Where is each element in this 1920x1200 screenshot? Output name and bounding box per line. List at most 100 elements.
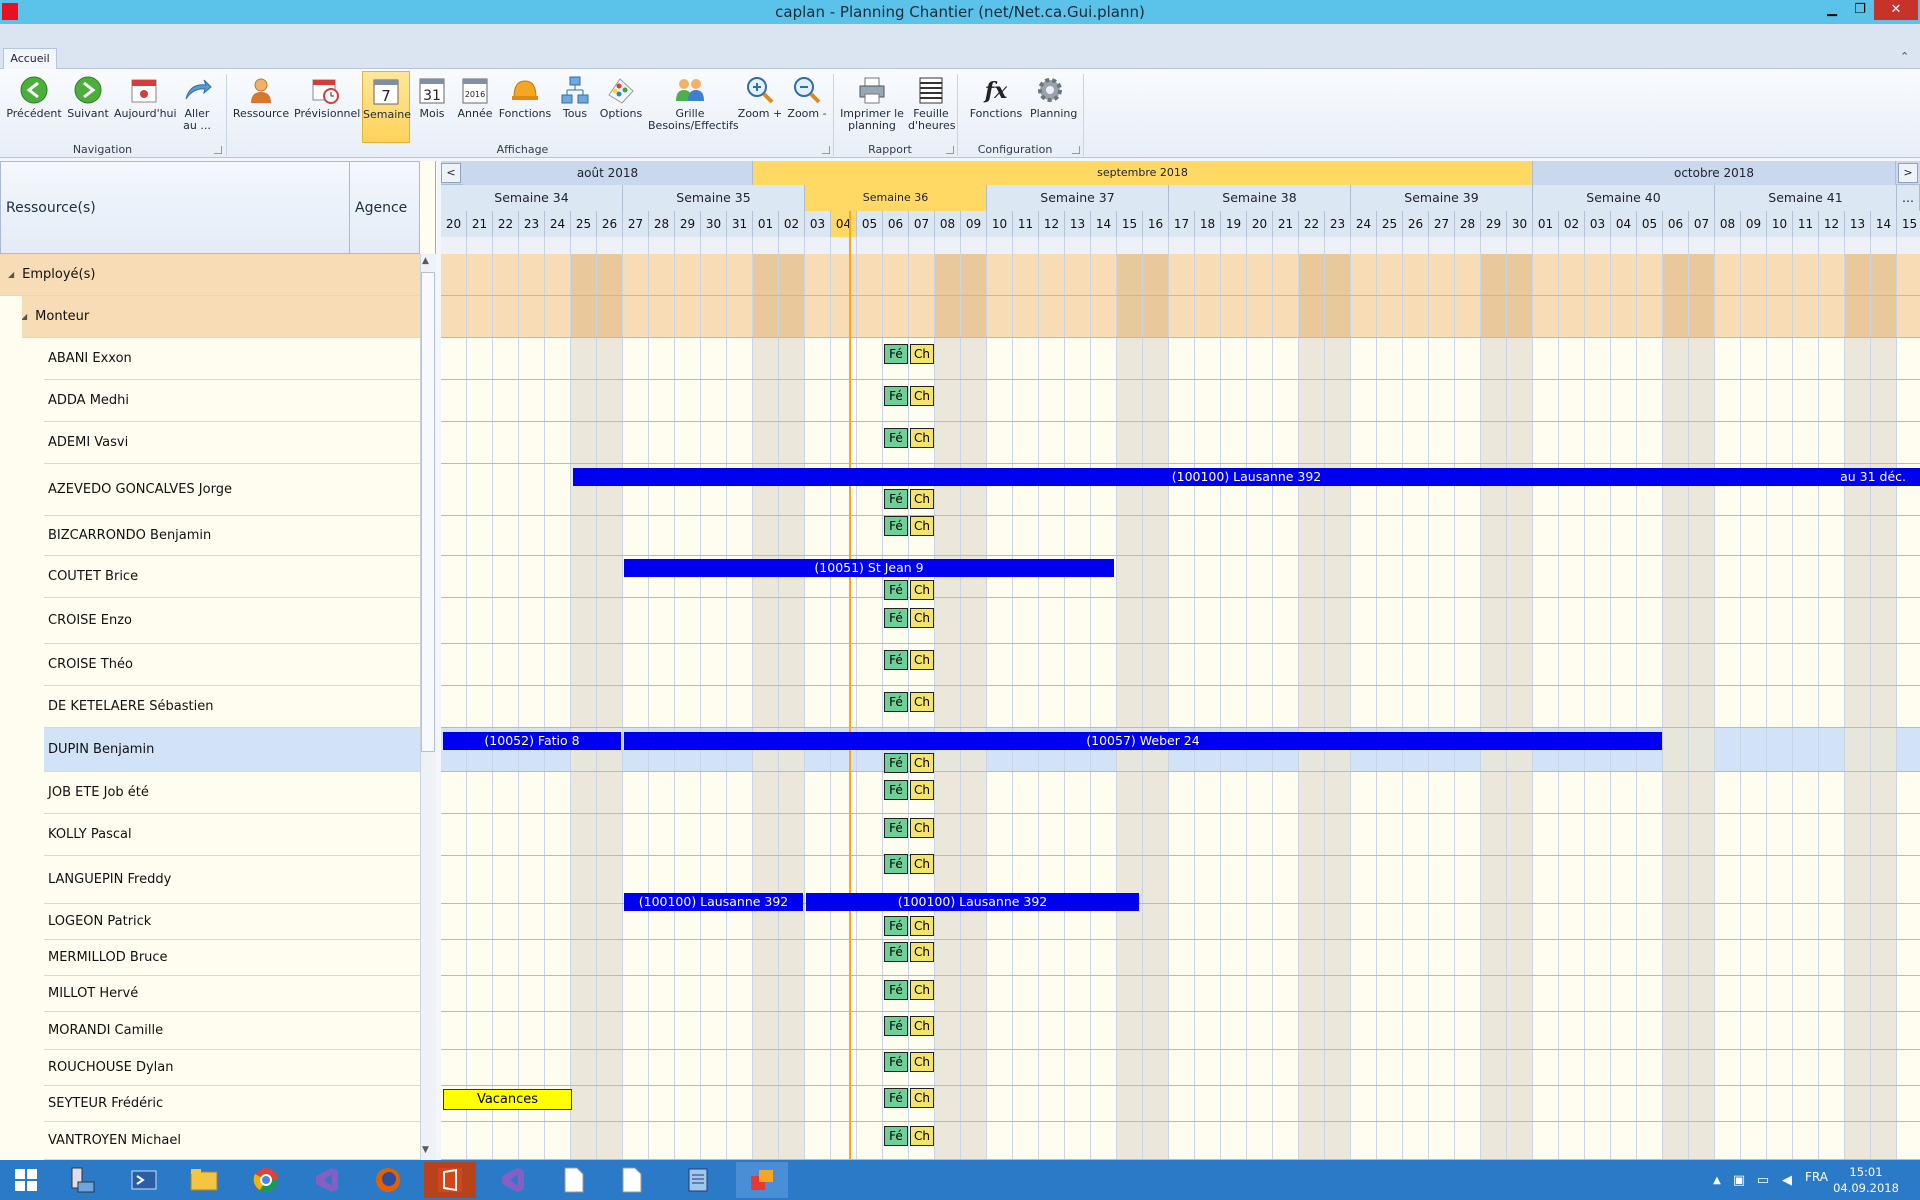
day-header[interactable]: 15 (1117, 211, 1143, 237)
ribbon-button-ann-e[interactable]: 2016 Année (453, 71, 497, 143)
day-header[interactable]: 31 (727, 211, 753, 237)
day-header[interactable]: 21 (467, 211, 493, 237)
employee-row[interactable]: KOLLY Pascal (0, 814, 420, 856)
dialog-launcher-icon[interactable] (214, 146, 222, 154)
day-header[interactable]: 24 (545, 211, 571, 237)
chip-chomage[interactable]: Ch (910, 1016, 934, 1036)
network-icon[interactable]: ▣ (1728, 1162, 1750, 1198)
powershell-icon[interactable] (118, 1162, 170, 1198)
chip-ferie[interactable]: Fé (884, 516, 908, 536)
resource-scrollbar-thumb[interactable] (421, 272, 435, 752)
chip-chomage[interactable]: Ch (910, 780, 934, 800)
day-header[interactable]: 20 (441, 211, 467, 237)
ribbon-collapse-icon[interactable]: ⌃ (1900, 50, 1909, 63)
day-header[interactable]: 23 (1325, 211, 1351, 237)
chip-chomage[interactable]: Ch (910, 608, 934, 628)
scroll-up-icon[interactable]: ▲ (422, 256, 429, 266)
ribbon-button-aujourd-hui[interactable]: Aujourd'hui (114, 71, 177, 143)
group-row-employes[interactable]: ◢ Employé(s) (0, 254, 420, 296)
day-header[interactable]: 23 (519, 211, 545, 237)
employee-row[interactable]: DUPIN Benjamin (0, 728, 420, 772)
employee-row[interactable]: CROISE Enzo (0, 598, 420, 644)
day-header[interactable]: 08 (935, 211, 961, 237)
chip-chomage[interactable]: Ch (910, 428, 934, 448)
chip-chomage[interactable]: Ch (910, 692, 934, 712)
task-bar[interactable]: (10051) St Jean 9 (624, 559, 1114, 577)
ribbon-button-mois[interactable]: 31 Mois (414, 71, 450, 143)
dialog-launcher-icon[interactable] (946, 146, 954, 154)
day-header[interactable]: 29 (1481, 211, 1507, 237)
collapse-toggle-icon[interactable]: ◢ (8, 270, 14, 279)
employee-row[interactable]: BIZCARRONDO Benjamin (0, 516, 420, 556)
day-header[interactable]: 02 (1559, 211, 1585, 237)
day-header[interactable]: 27 (623, 211, 649, 237)
day-header[interactable]: 20 (1247, 211, 1273, 237)
day-header[interactable]: 03 (1585, 211, 1611, 237)
day-header[interactable]: 25 (571, 211, 597, 237)
chip-ferie[interactable]: Fé (884, 428, 908, 448)
day-header[interactable]: 14 (1871, 211, 1897, 237)
day-header[interactable]: 01 (753, 211, 779, 237)
day-header[interactable]: 22 (1299, 211, 1325, 237)
office-icon[interactable] (424, 1162, 476, 1198)
employee-row[interactable]: MERMILLOD Bruce (0, 940, 420, 976)
app-icon[interactable] (2, 3, 18, 20)
task-bar[interactable]: (100100) Lausanne 392 (806, 893, 1139, 911)
chip-ferie[interactable]: Fé (884, 854, 908, 874)
day-header[interactable]: 13 (1065, 211, 1091, 237)
chip-chomage[interactable]: Ch (910, 1088, 934, 1108)
employee-row[interactable]: AZEVEDO GONCALVES Jorge (0, 464, 420, 516)
task-bar[interactable]: (100100) Lausanne 392 au 31 déc. (573, 468, 1920, 486)
employee-row[interactable]: COUTET Brice (0, 556, 420, 598)
visual-studio-icon[interactable] (486, 1162, 538, 1198)
document-icon[interactable] (606, 1162, 658, 1198)
chip-ferie[interactable]: Fé (884, 344, 908, 364)
ribbon-button-options[interactable]: Options (598, 71, 644, 143)
day-header[interactable]: 14 (1091, 211, 1117, 237)
day-header[interactable]: 15 (1897, 211, 1920, 237)
clock[interactable]: 15:01 04.09.2018 (1816, 1162, 1916, 1198)
chip-ferie[interactable]: Fé (884, 1016, 908, 1036)
chip-chomage[interactable]: Ch (910, 916, 934, 936)
employee-row[interactable]: ADEMI Vasvi (0, 422, 420, 464)
employee-row[interactable]: SEYTEUR Frédéric (0, 1086, 420, 1122)
day-header[interactable]: 19 (1221, 211, 1247, 237)
day-header[interactable]: 27 (1429, 211, 1455, 237)
close-button[interactable]: ✕ (1874, 0, 1918, 20)
chip-ferie[interactable]: Fé (884, 692, 908, 712)
day-header[interactable]: 05 (857, 211, 883, 237)
chip-chomage[interactable]: Ch (910, 489, 934, 509)
chip-ferie[interactable]: Fé (884, 818, 908, 838)
task-bar[interactable]: (100100) Lausanne 392 (624, 893, 803, 911)
employee-row[interactable]: CROISE Théo (0, 644, 420, 686)
scroll-down-icon[interactable]: ▼ (422, 1145, 429, 1155)
notepad-icon[interactable] (672, 1162, 724, 1198)
firefox-icon[interactable] (362, 1162, 414, 1198)
caplan-app-icon[interactable] (736, 1162, 788, 1198)
employee-row[interactable]: LOGEON Patrick (0, 904, 420, 940)
day-header[interactable]: 26 (1403, 211, 1429, 237)
windows-start-icon[interactable] (0, 1162, 52, 1198)
day-header[interactable]: 09 (1741, 211, 1767, 237)
day-header[interactable]: 07 (909, 211, 935, 237)
calendar-prev-button[interactable]: < (441, 163, 461, 183)
ribbon-button-pr-visionnel[interactable]: Prévisionnel (294, 71, 360, 143)
chip-chomage[interactable]: Ch (910, 942, 934, 962)
chip-ferie[interactable]: Fé (884, 753, 908, 773)
day-header[interactable]: 12 (1039, 211, 1065, 237)
chip-ferie[interactable]: Fé (884, 1126, 908, 1146)
employee-row[interactable]: DE KETELAERE Sébastien (0, 686, 420, 728)
day-header[interactable]: 07 (1689, 211, 1715, 237)
chip-chomage[interactable]: Ch (910, 344, 934, 364)
chip-chomage[interactable]: Ch (910, 650, 934, 670)
day-header[interactable]: 29 (675, 211, 701, 237)
task-bar-vacances[interactable]: Vacances (443, 1089, 572, 1110)
day-header[interactable]: 22 (493, 211, 519, 237)
ribbon-button-zoom-[interactable]: Zoom + (736, 71, 784, 143)
chip-chomage[interactable]: Ch (910, 1126, 934, 1146)
header-agence[interactable]: Agence (355, 200, 407, 216)
tray-expand-icon[interactable]: ▲ (1706, 1162, 1728, 1198)
chip-ferie[interactable]: Fé (884, 386, 908, 406)
chip-chomage[interactable]: Ch (910, 980, 934, 1000)
day-header[interactable]: 10 (1767, 211, 1793, 237)
